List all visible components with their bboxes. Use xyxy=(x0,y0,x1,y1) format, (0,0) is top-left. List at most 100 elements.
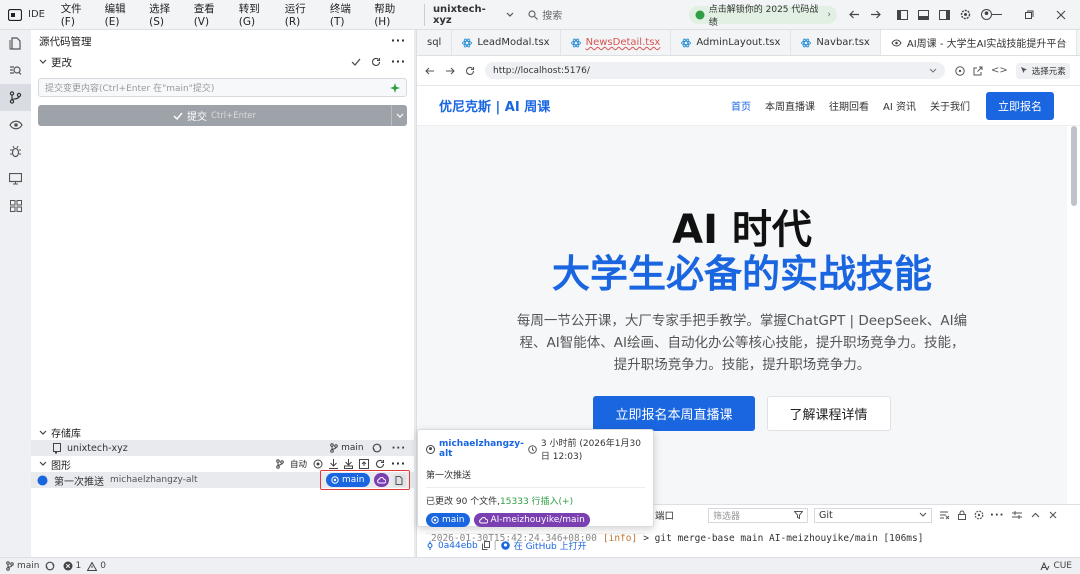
external-link-icon[interactable] xyxy=(973,66,983,76)
target-icon xyxy=(331,476,339,484)
site-brand[interactable]: 优尼克斯 | AI 周课 xyxy=(439,96,731,115)
explorer-icon[interactable] xyxy=(0,30,31,57)
hero-secondary-button[interactable]: 了解课程详情 xyxy=(766,396,891,431)
code-icon[interactable]: <> xyxy=(991,65,1008,76)
push-icon[interactable] xyxy=(359,459,370,469)
workspace-selector[interactable]: unixtech-xyz xyxy=(423,3,514,26)
back-arrow-icon[interactable] xyxy=(425,67,435,75)
repo-row[interactable]: unixtech-xyz main ··· xyxy=(31,440,414,456)
refresh-icon[interactable] xyxy=(375,459,385,469)
forward-arrow-icon[interactable] xyxy=(870,10,881,19)
hover-author[interactable]: michaelzhangzy-alt xyxy=(439,439,524,459)
back-arrow-icon[interactable] xyxy=(849,10,860,19)
remote-badge[interactable] xyxy=(373,473,389,487)
tab-navbar[interactable]: Navbar.tsx xyxy=(791,30,881,55)
filter-input[interactable]: 筛选器 xyxy=(708,507,809,523)
repo-branch[interactable]: main xyxy=(341,443,364,453)
remote-explorer-icon[interactable] xyxy=(0,165,31,192)
nav-live[interactable]: 本周直播课 xyxy=(765,98,815,113)
commit-message-input[interactable]: 提交变更内容(Ctrl+Enter 在"main"提交) xyxy=(38,78,407,97)
tab-newsdetail[interactable]: NewsDetail.tsx xyxy=(561,30,672,55)
hero-primary-button[interactable]: 立即报名本周直播课 xyxy=(593,396,755,431)
hover-open-github[interactable]: 在 GitHub 上打开 xyxy=(514,539,587,552)
status-problems[interactable]: 1 0 xyxy=(63,561,106,571)
account-icon[interactable] xyxy=(981,9,992,20)
target-icon[interactable] xyxy=(313,459,323,469)
tab-sql[interactable]: sql xyxy=(417,30,453,55)
select-element-button[interactable]: 选择元素 xyxy=(1015,62,1070,79)
tab-leadmodal[interactable]: LeadModal.tsx xyxy=(452,30,561,55)
commit-button[interactable]: 提交 Ctrl+Enter xyxy=(38,105,407,126)
hover-branch-remote[interactable]: AI-meizhouyike/main xyxy=(473,513,590,527)
graph-more-icon[interactable]: ··· xyxy=(391,458,406,470)
file-icon[interactable] xyxy=(392,473,406,487)
graph-auto-label[interactable]: 自动 xyxy=(290,458,307,470)
refresh-icon[interactable] xyxy=(371,57,381,67)
commit-check-icon[interactable] xyxy=(351,58,361,66)
close-panel-icon[interactable] xyxy=(1049,511,1057,519)
extensions-icon[interactable] xyxy=(0,192,31,219)
copy-icon[interactable] xyxy=(481,541,490,550)
compass-icon[interactable] xyxy=(955,65,965,76)
hover-hash[interactable]: 0a44ebb xyxy=(438,541,478,551)
sparkle-ai-icon[interactable] xyxy=(390,82,400,93)
hover-message: 第一次推送 xyxy=(426,471,472,481)
menu-view[interactable]: 查看(V) xyxy=(194,1,229,28)
settings-gear-icon[interactable] xyxy=(960,9,971,20)
minimize-icon[interactable] xyxy=(992,13,1002,16)
more-actions-icon[interactable]: ··· xyxy=(391,35,406,47)
changes-section-header[interactable]: 更改 ··· xyxy=(31,52,414,72)
sync-icon[interactable] xyxy=(372,443,382,453)
lock-icon[interactable] xyxy=(958,510,967,520)
reload-icon[interactable] xyxy=(465,66,475,76)
menu-terminal[interactable]: 终端(T) xyxy=(330,1,364,28)
ide-label[interactable]: IDE xyxy=(28,9,45,20)
menu-select[interactable]: 选择(S) xyxy=(149,1,184,28)
debug-icon[interactable] xyxy=(0,138,31,165)
nav-about[interactable]: 关于我们 xyxy=(930,98,970,113)
nav-news[interactable]: AI 资讯 xyxy=(883,98,916,113)
source-control-icon[interactable] xyxy=(0,84,31,111)
panel-more-icon[interactable]: ··· xyxy=(990,510,1004,521)
site-cta-button[interactable]: 立即报名 xyxy=(986,91,1054,120)
repo-more-icon[interactable]: ··· xyxy=(392,443,406,454)
tab-browser-preview[interactable]: AI周课 - 大学生AI实战技能提升平台 xyxy=(880,30,1078,55)
repositories-header[interactable]: 存储库 xyxy=(31,425,414,440)
panel-layout-icon[interactable] xyxy=(1012,511,1023,519)
sync-icon[interactable] xyxy=(45,561,55,571)
menu-goto[interactable]: 转到(G) xyxy=(239,1,275,28)
search-files-icon[interactable] xyxy=(0,57,31,84)
page-scrollbar[interactable] xyxy=(1071,126,1077,206)
menu-edit[interactable]: 编辑(E) xyxy=(105,1,140,28)
menu-help[interactable]: 帮助(H) xyxy=(374,1,410,28)
settings-gear-icon[interactable] xyxy=(974,510,984,520)
toggle-panel-icon[interactable] xyxy=(918,9,929,20)
status-right-item[interactable]: CUE xyxy=(1040,561,1080,571)
toggle-sidebar-icon[interactable] xyxy=(897,9,908,20)
pull-icon[interactable] xyxy=(344,459,354,469)
year-report-banner[interactable]: 点击解锁你的 2025 代码战绩 › xyxy=(688,5,837,28)
nav-replay[interactable]: 往期回看 xyxy=(829,98,869,113)
hover-branch-local[interactable]: main xyxy=(426,513,470,527)
url-bar[interactable]: http://localhost:5176/ xyxy=(485,62,945,79)
tab-adminlayout[interactable]: AdminLayout.tsx xyxy=(671,30,792,55)
forward-arrow-icon[interactable] xyxy=(445,67,455,75)
clear-list-icon[interactable] xyxy=(940,511,950,520)
fetch-icon[interactable] xyxy=(329,459,339,469)
menu-file[interactable]: 文件(F) xyxy=(61,1,95,28)
toggle-secondary-sidebar-icon[interactable] xyxy=(939,9,950,20)
search-box[interactable]: 搜索 xyxy=(528,7,645,22)
commit-dropdown-button[interactable] xyxy=(391,105,407,126)
changes-more-icon[interactable]: ··· xyxy=(391,56,406,68)
close-icon[interactable] xyxy=(1056,10,1066,20)
restore-icon[interactable] xyxy=(1024,10,1034,20)
tab-ports[interactable]: 端口 xyxy=(655,508,674,522)
output-channel-select[interactable]: Git xyxy=(814,507,933,523)
nav-home[interactable]: 首页 xyxy=(731,98,751,113)
maximize-panel-icon[interactable] xyxy=(1031,512,1040,518)
search-placeholder: 搜索 xyxy=(542,11,563,22)
branch-badge-main[interactable]: main xyxy=(326,473,370,487)
menu-run[interactable]: 运行(R) xyxy=(285,1,320,28)
status-branch[interactable]: main xyxy=(0,561,40,571)
preview-eye-icon[interactable] xyxy=(0,111,31,138)
